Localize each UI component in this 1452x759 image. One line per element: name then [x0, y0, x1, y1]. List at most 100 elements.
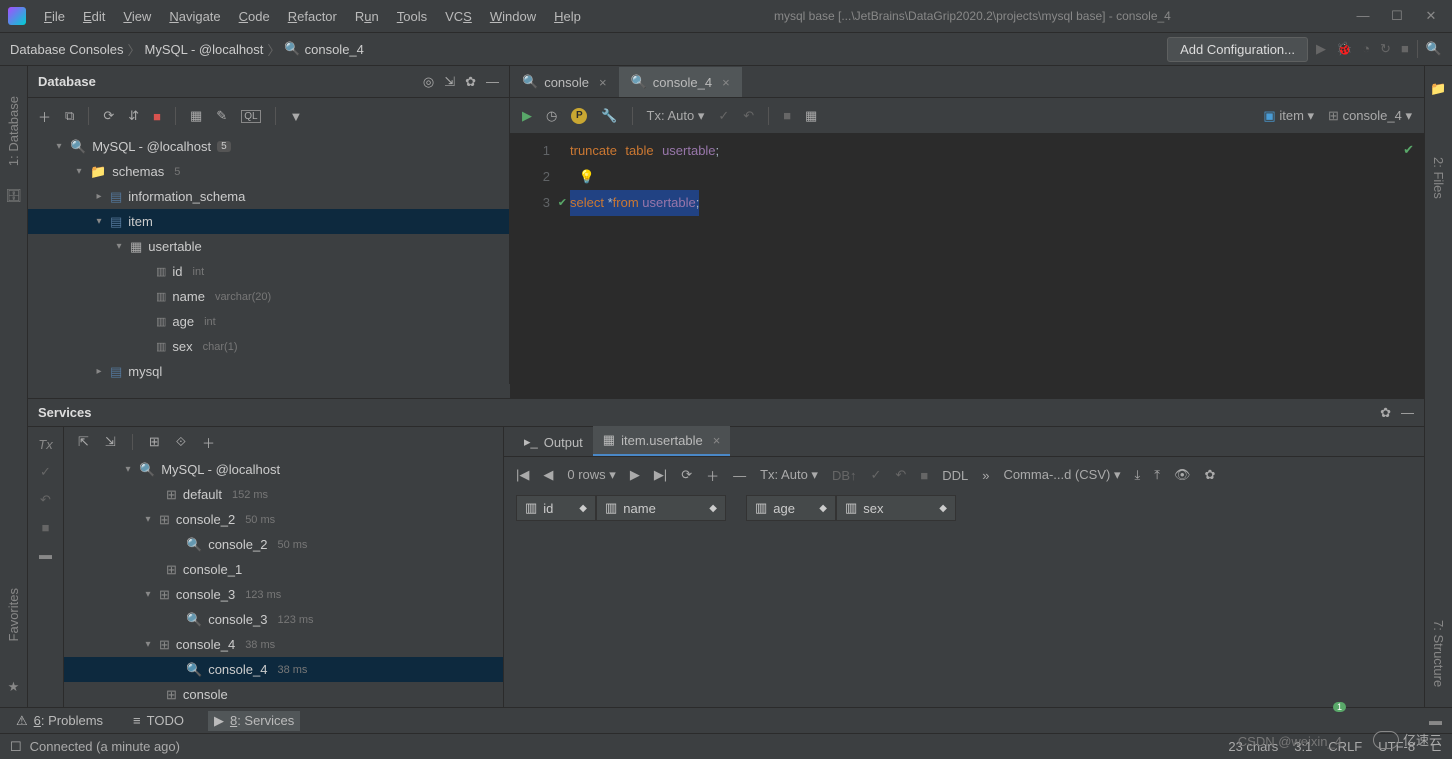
svc-console-4-run[interactable]: 🔍console_438 ms	[64, 657, 503, 682]
ql-icon[interactable]: QL	[241, 110, 260, 123]
add-configuration-button[interactable]: Add Configuration...	[1167, 37, 1308, 62]
edit-icon[interactable]: ✎	[216, 108, 227, 124]
prev-page-icon[interactable]: ◀	[543, 467, 553, 483]
ddl-button[interactable]: DDL	[942, 468, 968, 483]
close-button[interactable]: ✕	[1424, 8, 1438, 24]
menu-vcs[interactable]: VCS	[437, 5, 480, 28]
bulb-icon[interactable]: 💡	[578, 169, 594, 184]
next-page-icon[interactable]: ▶	[630, 467, 640, 483]
add-icon[interactable]: ＋	[202, 433, 215, 452]
commit-icon[interactable]: ✓	[718, 108, 729, 124]
debug-icon[interactable]: 🐞	[1336, 41, 1352, 57]
svc-default[interactable]: ⊞default152 ms	[64, 482, 503, 507]
layout-icon[interactable]: ▦	[805, 108, 817, 124]
expand-icon[interactable]: ⇱	[78, 434, 89, 450]
svc-console[interactable]: ⊞console	[64, 682, 503, 707]
svc-console-2-run[interactable]: 🔍console_250 ms	[64, 532, 503, 557]
collapse-icon[interactable]: ⇲	[444, 74, 455, 90]
tree-col-name[interactable]: ▥ namevarchar(20)	[28, 284, 509, 309]
add-icon[interactable]: ＋	[38, 107, 51, 126]
tx-icon[interactable]: Tx	[38, 437, 52, 452]
tab-result-table[interactable]: ▦item.usertable×	[593, 426, 731, 456]
more-icon[interactable]: »	[982, 468, 989, 483]
refresh-icon[interactable]: ⟳	[103, 108, 114, 124]
tab-console[interactable]: 🔍console×	[510, 67, 619, 97]
col-header-sex[interactable]: ▥sex◆	[836, 495, 956, 521]
rollback-icon[interactable]: ↶	[40, 492, 51, 508]
session-selector[interactable]: ⊞ console_4 ▾	[1328, 108, 1412, 124]
svc-console-2[interactable]: ▾⊞console_250 ms	[64, 507, 503, 532]
maximize-button[interactable]: ☐	[1390, 8, 1404, 24]
svc-console-3-run[interactable]: 🔍console_3123 ms	[64, 607, 503, 632]
history-icon[interactable]: ◷	[546, 108, 557, 124]
search-icon[interactable]: 🔍	[1426, 41, 1442, 57]
event-log-icon[interactable]: ▬	[1429, 713, 1442, 728]
tx-mode-dropdown[interactable]: Tx: Auto ▾	[760, 467, 818, 483]
minimize-button[interactable]: —	[1356, 8, 1370, 24]
wrench-icon[interactable]: 🔧	[601, 108, 617, 124]
close-icon[interactable]: ×	[713, 433, 721, 448]
structure-tool-tab[interactable]: 7: Structure	[1431, 620, 1446, 687]
export-format-dropdown[interactable]: Comma-...d (CSV) ▾	[1003, 467, 1120, 483]
upload-icon[interactable]: ⤒	[1154, 467, 1160, 483]
explain-icon[interactable]: P	[571, 108, 587, 124]
coverage-icon[interactable]: ◔	[1362, 41, 1370, 57]
tx-mode-dropdown[interactable]: Tx: Auto ▾	[647, 108, 705, 124]
rollback-icon[interactable]: ↶	[895, 467, 906, 483]
first-page-icon[interactable]: |◀	[516, 467, 529, 483]
rollback-icon[interactable]: ↶	[743, 108, 754, 124]
menu-tools[interactable]: Tools	[389, 5, 435, 28]
check-icon[interactable]: ✓	[40, 464, 51, 480]
problems-tab[interactable]: ⚠6: Problems	[10, 711, 109, 731]
view-icon[interactable]: 👁	[1174, 467, 1191, 483]
menu-navigate[interactable]: Navigate	[161, 5, 228, 28]
files-tool-tab[interactable]: 2: Files	[1431, 157, 1446, 199]
tree-table-usertable[interactable]: ▾ ▦ usertable	[28, 234, 509, 259]
services-tab[interactable]: ▶8: Services	[208, 711, 300, 731]
breadcrumb-root[interactable]: Database Consoles	[10, 42, 123, 57]
stop-icon[interactable]: ■	[42, 520, 50, 535]
menu-file[interactable]: File	[36, 5, 73, 28]
layout-icon[interactable]: ▬	[39, 547, 52, 562]
group-icon[interactable]: ⊞	[149, 434, 160, 450]
menu-run[interactable]: Run	[347, 5, 387, 28]
cancel-icon[interactable]: ■	[920, 468, 928, 483]
tree-col-sex[interactable]: ▥ sexchar(1)	[28, 334, 509, 359]
collapse-icon[interactable]: ⇲	[105, 434, 116, 450]
svc-console-4[interactable]: ▾⊞console_438 ms	[64, 632, 503, 657]
submit-icon[interactable]: DB↑	[832, 468, 857, 483]
reload-icon[interactable]: ⟳	[681, 467, 692, 483]
tree-datasource[interactable]: ▾ 🔍 MySQL - @localhost 5	[28, 134, 509, 159]
svc-console-1[interactable]: ⊞console_1	[64, 557, 503, 582]
settings-icon[interactable]: ✿	[1205, 467, 1216, 483]
db-cylinder-icon[interactable]: 🗄	[5, 188, 22, 204]
download-icon[interactable]: ⤓	[1134, 467, 1140, 483]
hide-icon[interactable]: —	[1401, 405, 1414, 421]
close-icon[interactable]: ×	[722, 75, 730, 90]
stop-icon[interactable]: ■	[1401, 41, 1409, 57]
sync-icon[interactable]: ⇵	[128, 108, 139, 124]
commit-icon[interactable]: ✓	[871, 467, 882, 483]
gear-icon[interactable]: ✿	[1380, 405, 1391, 421]
breadcrumb-ds[interactable]: MySQL - @localhost	[144, 42, 263, 57]
tree-info-schema[interactable]: ▸ ▤ information_schema	[28, 184, 509, 209]
tree-schemas[interactable]: ▾ 📁 schemas 5	[28, 159, 509, 184]
stop-icon[interactable]: ■	[153, 109, 161, 124]
menu-view[interactable]: View	[115, 5, 159, 28]
tab-console-4[interactable]: 🔍console_4×	[619, 67, 742, 97]
notification-badge[interactable]: 1	[1333, 702, 1346, 712]
svc-datasource[interactable]: ▾🔍MySQL - @localhost	[64, 457, 503, 482]
schema-selector[interactable]: ▣ item ▾	[1263, 108, 1314, 124]
filter-icon[interactable]: ▼	[290, 109, 303, 124]
profile-icon[interactable]: ↻	[1380, 41, 1391, 57]
files-icon[interactable]: 📁	[1430, 81, 1446, 97]
menu-edit[interactable]: Edit	[75, 5, 113, 28]
tree-col-age[interactable]: ▥ ageint	[28, 309, 509, 334]
favorites-tool-tab[interactable]: Favorites	[6, 588, 21, 641]
table-icon[interactable]: ▦	[190, 108, 202, 124]
col-header-id[interactable]: ▥id ◆	[516, 495, 596, 521]
hide-icon[interactable]: —	[486, 74, 499, 90]
settings-icon[interactable]: ✿	[465, 74, 476, 90]
filter-icon[interactable]: ⟐	[176, 434, 186, 450]
menu-code[interactable]: Code	[231, 5, 278, 28]
